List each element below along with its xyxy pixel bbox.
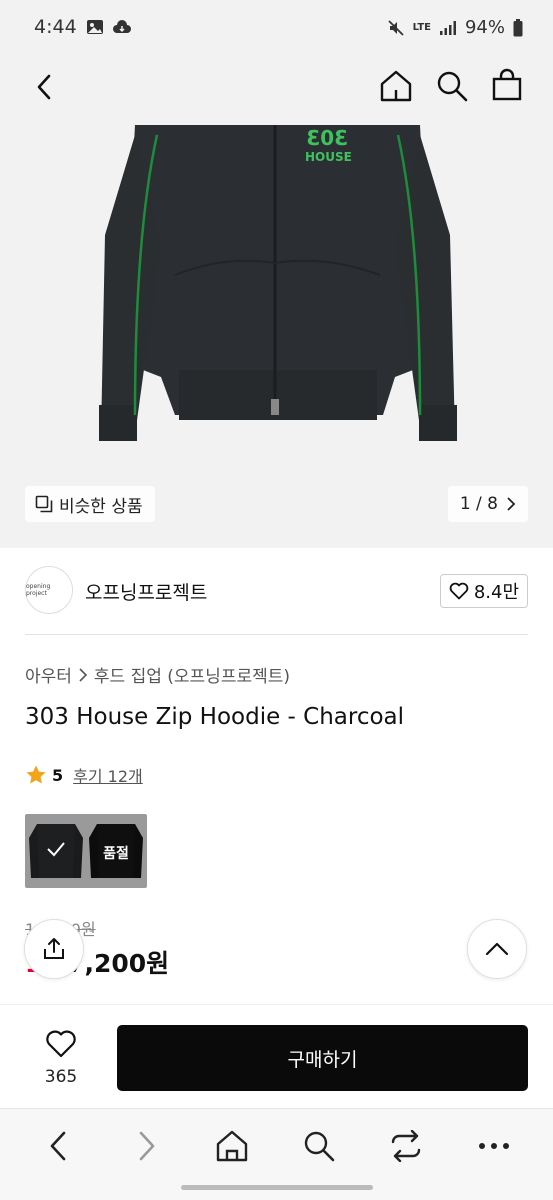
product-image: 303 HOUSE <box>99 125 457 441</box>
heart-icon <box>46 1030 76 1058</box>
brand-logo: opening project <box>25 566 73 614</box>
image-pager-label: 1 / 8 <box>459 494 498 514</box>
hoodie-print: HOUSE <box>305 150 352 164</box>
product-title: 303 House Zip Hoodie - Charcoal <box>25 704 405 730</box>
breadcrumb: 아우터 후드 집업 (오프닝프로젝트) <box>25 662 290 687</box>
home-button[interactable] <box>378 68 414 104</box>
star-icon <box>26 765 46 784</box>
back-button[interactable] <box>28 70 62 104</box>
similar-icon <box>35 495 53 513</box>
home-icon <box>380 70 412 102</box>
search-button[interactable] <box>434 68 470 104</box>
brand-like-count: 8.4만 <box>473 582 519 603</box>
battery-level: 94% <box>464 17 505 38</box>
image-pager[interactable]: 1 / 8 <box>447 486 528 522</box>
rating-score: 5 <box>52 765 64 785</box>
purchase-bar: 365 구매하기 <box>0 1004 553 1107</box>
home-indicator <box>181 1185 373 1190</box>
top-nav <box>0 50 553 125</box>
browser-tabs-button[interactable] <box>387 1127 425 1165</box>
heart-icon <box>449 582 469 600</box>
home-icon <box>216 1130 248 1162</box>
breadcrumb-subcategory[interactable]: 후드 집업 (오프닝프로젝트) <box>94 662 290 687</box>
rating: 5 후기 12개 <box>25 763 143 787</box>
product-image-carousel[interactable]: 303 HOUSE 비슷한 상품 1 / 8 <box>0 125 553 548</box>
browser-back-button[interactable] <box>40 1127 78 1165</box>
brand-row[interactable]: opening project 오프닝프로젝트 8.4만 <box>25 566 528 616</box>
cloud-icon <box>113 20 131 33</box>
chevron-right-icon <box>79 667 88 682</box>
more-icon <box>479 1143 509 1149</box>
similar-products-button[interactable]: 비슷한 상품 <box>25 486 155 522</box>
cart-button[interactable] <box>489 67 525 103</box>
soldout-label: 품절 <box>103 846 129 862</box>
chevron-up-icon <box>485 942 509 956</box>
bag-icon <box>492 68 522 101</box>
status-bar: 4:44 LTE 94% <box>0 0 553 50</box>
network-label: LTE <box>412 21 431 33</box>
similar-products-label: 비슷한 상품 <box>59 496 143 517</box>
buy-button[interactable]: 구매하기 <box>117 1025 528 1091</box>
review-link[interactable]: 후기 12개 <box>73 763 143 787</box>
image-icon <box>87 20 103 34</box>
browser-more-button[interactable] <box>475 1127 513 1165</box>
forward-icon <box>139 1131 155 1161</box>
browser-search-button[interactable] <box>300 1127 338 1165</box>
wishlist-button[interactable]: 365 <box>36 1029 86 1087</box>
search-icon <box>304 1131 335 1162</box>
color-options: 품절 <box>25 814 147 888</box>
browser-home-button[interactable] <box>213 1127 251 1165</box>
search-icon <box>437 71 468 102</box>
browser-forward-button[interactable] <box>127 1127 165 1165</box>
share-button[interactable] <box>24 919 84 979</box>
share-icon <box>44 938 64 959</box>
back-icon <box>50 1131 66 1161</box>
wishlist-count: 365 <box>44 1067 78 1087</box>
divider <box>25 634 528 635</box>
breadcrumb-category[interactable]: 아우터 <box>25 662 72 687</box>
mute-icon <box>387 19 404 36</box>
svg-text:303: 303 <box>306 126 348 150</box>
signal-icon <box>439 20 456 35</box>
tabs-icon <box>391 1130 421 1162</box>
scroll-top-button[interactable] <box>467 919 527 979</box>
brand-name[interactable]: 오프닝프로젝트 <box>85 578 207 605</box>
battery-icon <box>513 18 523 36</box>
status-time: 4:44 <box>34 16 77 38</box>
brand-like-button[interactable]: 8.4만 <box>439 574 528 608</box>
chevron-right-icon <box>507 497 516 511</box>
check-icon <box>47 842 65 857</box>
back-icon <box>37 74 51 100</box>
